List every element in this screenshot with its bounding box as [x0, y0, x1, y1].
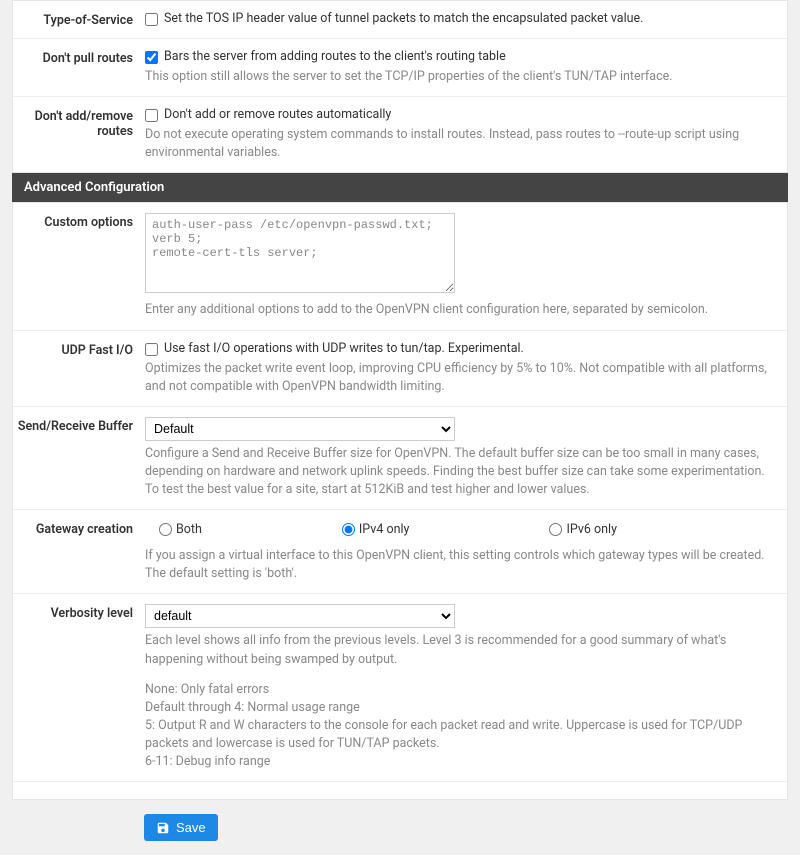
label-gateway: Gateway creation: [13, 520, 145, 583]
checkbox-dont-pull[interactable]: [145, 51, 158, 64]
help-custom: Enter any additional options to add to t…: [145, 301, 775, 319]
row-udp-fast-io: UDP Fast I/O Use fast I/O operations wit…: [13, 330, 787, 406]
row-send-receive-buffer: Send/Receive Buffer Default Configure a …: [13, 406, 787, 509]
label-tos: Type-of-Service: [13, 11, 145, 28]
label-fastio: UDP Fast I/O: [13, 341, 145, 396]
section-header-advanced: Advanced Configuration: [12, 173, 788, 202]
radio-label-both: Both: [176, 522, 202, 537]
help-verbosity-4: 5: Output R and W characters to the cons…: [145, 717, 775, 753]
label-custom: Custom options: [13, 213, 145, 319]
row-gateway-creation: Gateway creation Both IPv4 only IPv6 onl…: [13, 509, 787, 593]
textarea-custom-options[interactable]: [145, 213, 455, 293]
blank-row: [13, 781, 787, 799]
label-pull: Don't pull routes: [13, 49, 145, 86]
help-verbosity-5: 6-11: Debug info range: [145, 753, 775, 771]
checkbox-dont-pull-text: Bars the server from adding routes to th…: [164, 49, 506, 64]
checkbox-tos-text: Set the TOS IP header value of tunnel pa…: [164, 11, 643, 26]
label-buffer: Send/Receive Buffer: [13, 417, 145, 499]
row-custom-options: Custom options Enter any additional opti…: [13, 203, 787, 329]
select-verbosity[interactable]: default: [145, 604, 455, 628]
select-buffer[interactable]: Default: [145, 417, 455, 441]
help-fastio: Optimizes the packet write event loop, i…: [145, 360, 775, 396]
radio-gateway-ipv4[interactable]: [342, 523, 355, 536]
save-button[interactable]: Save: [144, 814, 218, 841]
help-verbosity-3: Default through 4: Normal usage range: [145, 699, 775, 717]
radio-label-ipv6: IPv6 only: [566, 522, 617, 537]
label-addremove: Don't add/remove routes: [13, 107, 145, 162]
row-dont-add-remove: Don't add/remove routes Don't add or rem…: [13, 96, 787, 172]
row-verbosity: Verbosity level default Each level shows…: [13, 593, 787, 781]
checkbox-udp-fast-io[interactable]: [145, 343, 158, 356]
row-type-of-service: Type-of-Service Set the TOS IP header va…: [13, 1, 787, 38]
checkbox-dont-add-remove-text: Don't add or remove routes automatically: [164, 107, 391, 122]
help-buffer: Configure a Send and Receive Buffer size…: [145, 445, 775, 499]
row-dont-pull-routes: Don't pull routes Bars the server from a…: [13, 38, 787, 96]
radio-gateway-both[interactable]: [159, 523, 172, 536]
help-dont-pull: This option still allows the server to s…: [145, 68, 775, 86]
save-icon: [156, 821, 170, 835]
radio-label-ipv4: IPv4 only: [359, 522, 410, 537]
radio-gateway-ipv6[interactable]: [549, 523, 562, 536]
help-verbosity-2: None: Only fatal errors: [145, 681, 775, 699]
help-gateway: If you assign a virtual interface to thi…: [145, 547, 775, 583]
settings-panel-advanced: Custom options Enter any additional opti…: [12, 202, 788, 800]
checkbox-dont-add-remove[interactable]: [145, 109, 158, 122]
settings-panel-top: Type-of-Service Set the TOS IP header va…: [12, 0, 788, 173]
label-verbosity: Verbosity level: [13, 604, 145, 771]
help-verbosity-1: Each level shows all info from the previ…: [145, 632, 775, 668]
checkbox-tos[interactable]: [145, 13, 158, 26]
save-button-label: Save: [176, 820, 206, 835]
help-dont-add-remove: Do not execute operating system commands…: [145, 126, 775, 162]
checkbox-udp-fast-io-text: Use fast I/O operations with UDP writes …: [164, 341, 524, 356]
